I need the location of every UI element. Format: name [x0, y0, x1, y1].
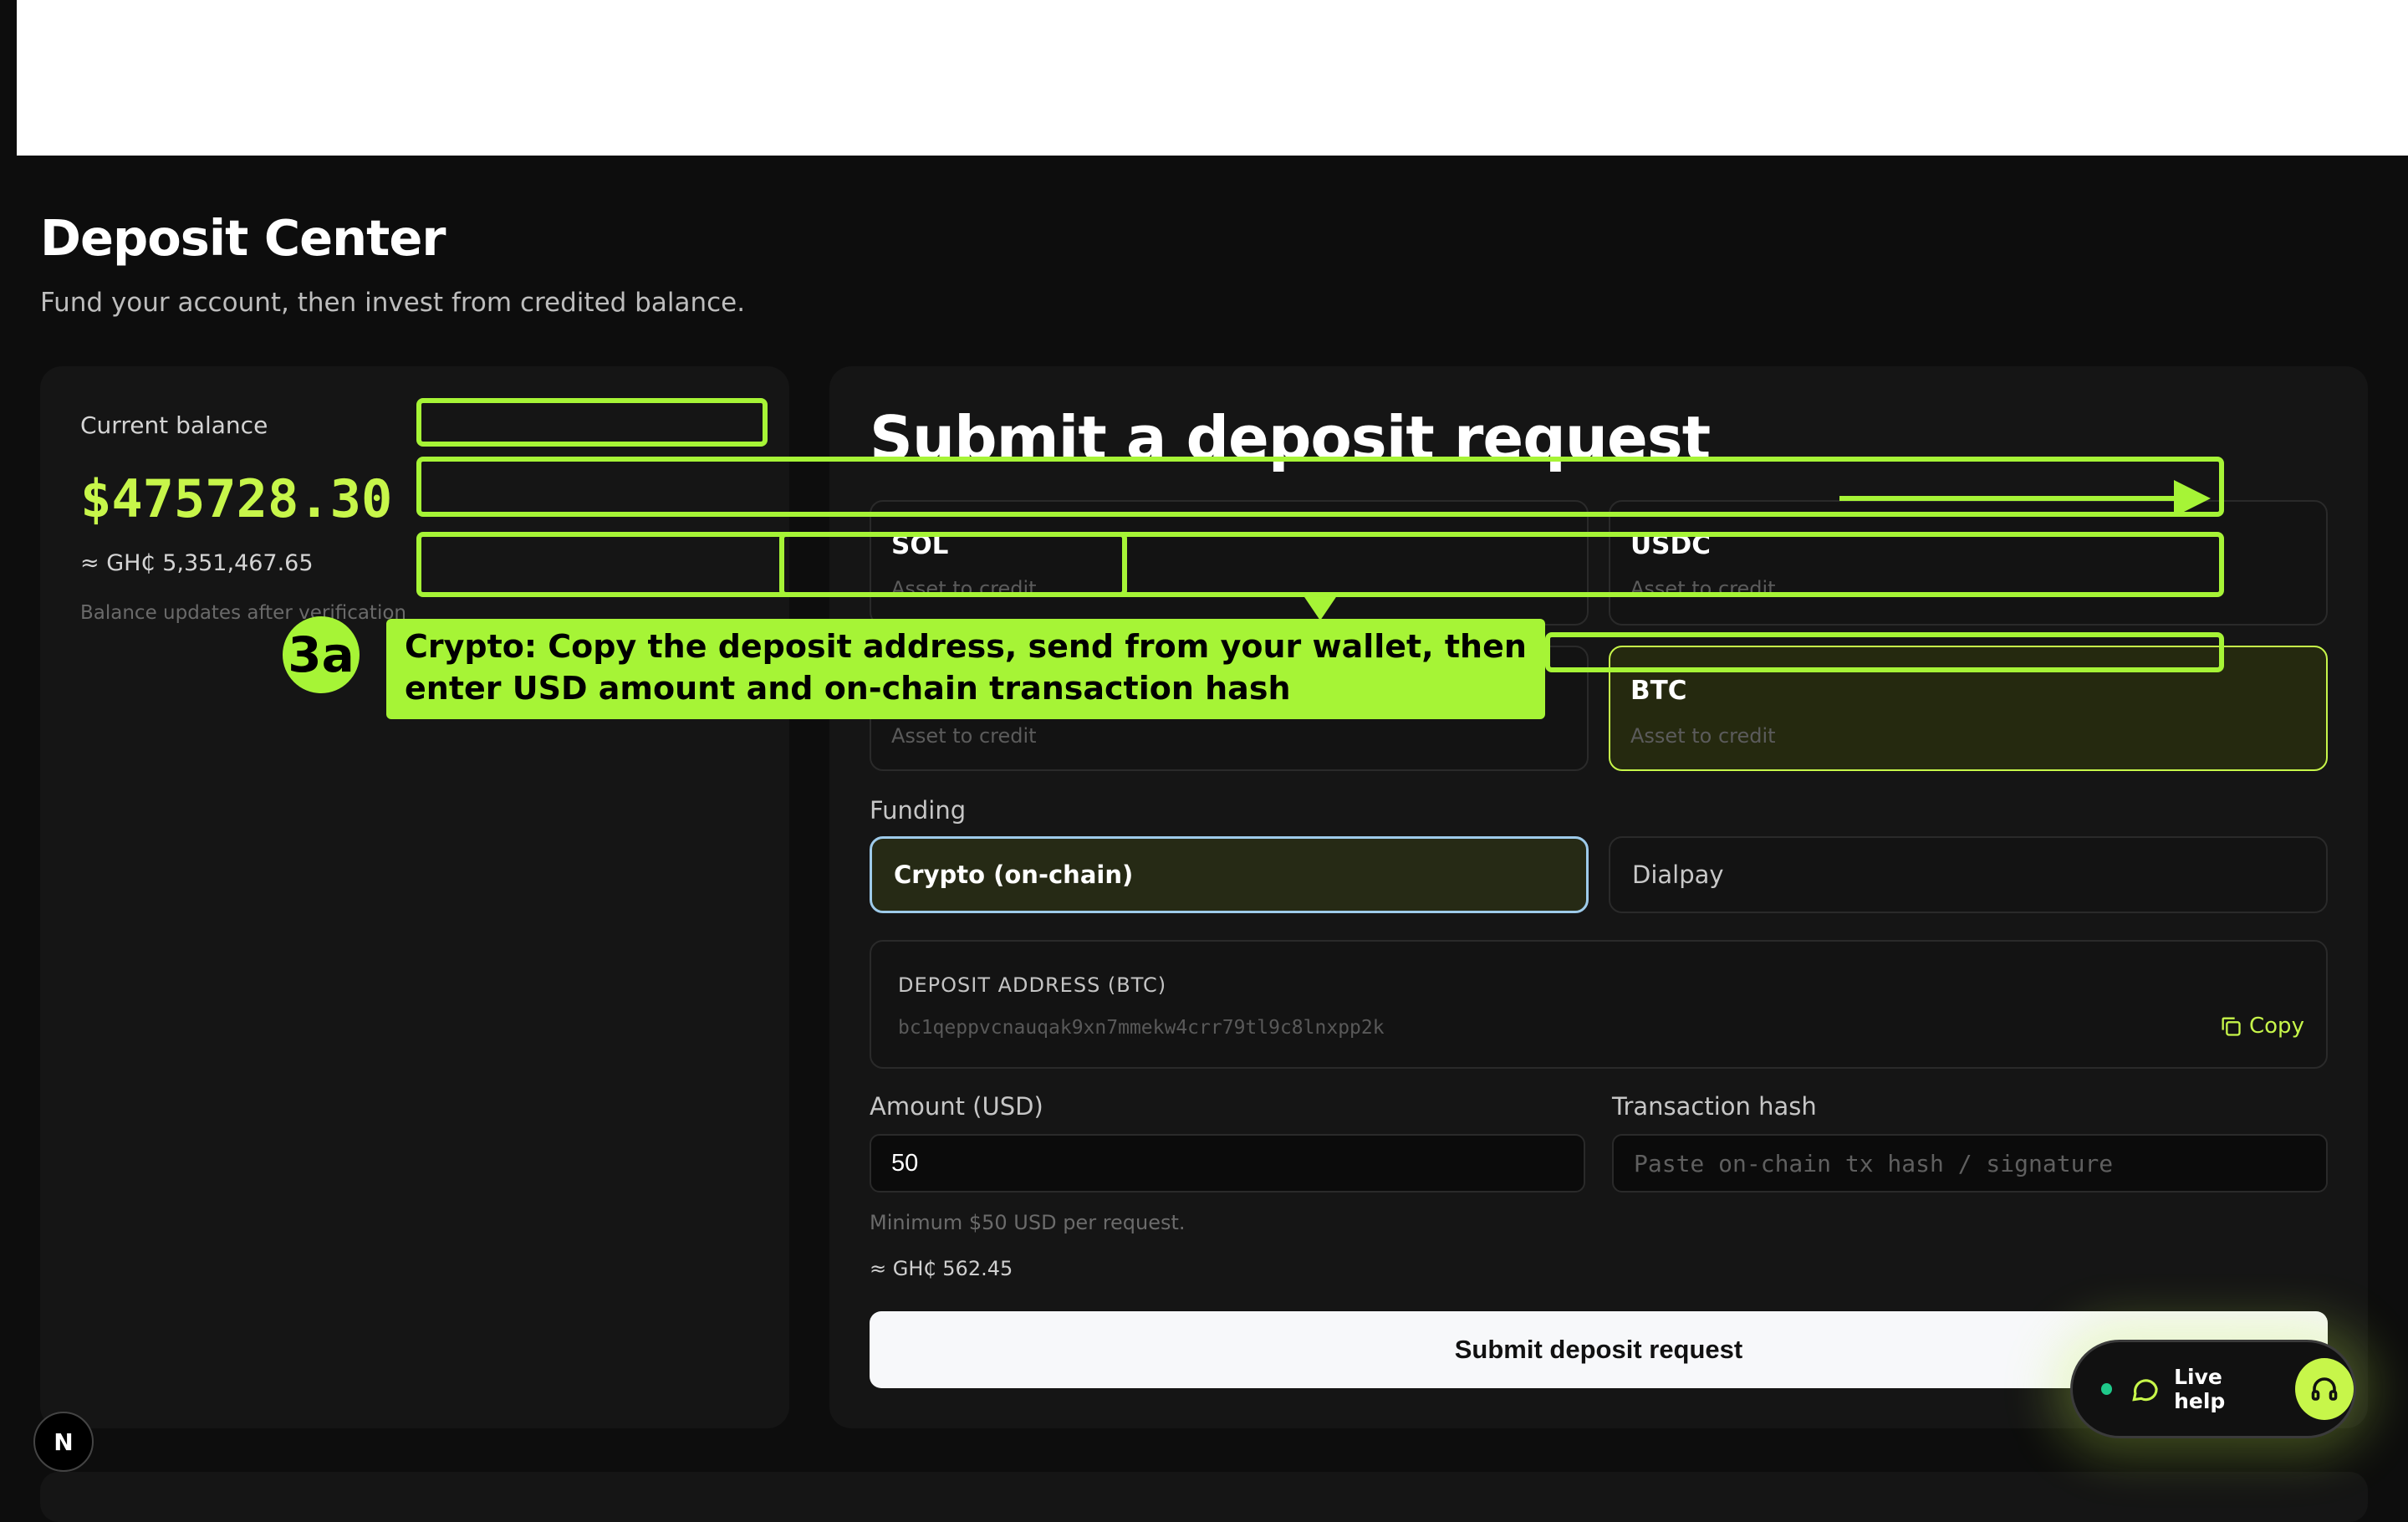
overlay-step-badge: 3a: [283, 616, 360, 693]
overlay-tooltip: Crypto: Copy the deposit address, send f…: [386, 619, 1545, 719]
overlay-arrows: [1301, 480, 2211, 621]
